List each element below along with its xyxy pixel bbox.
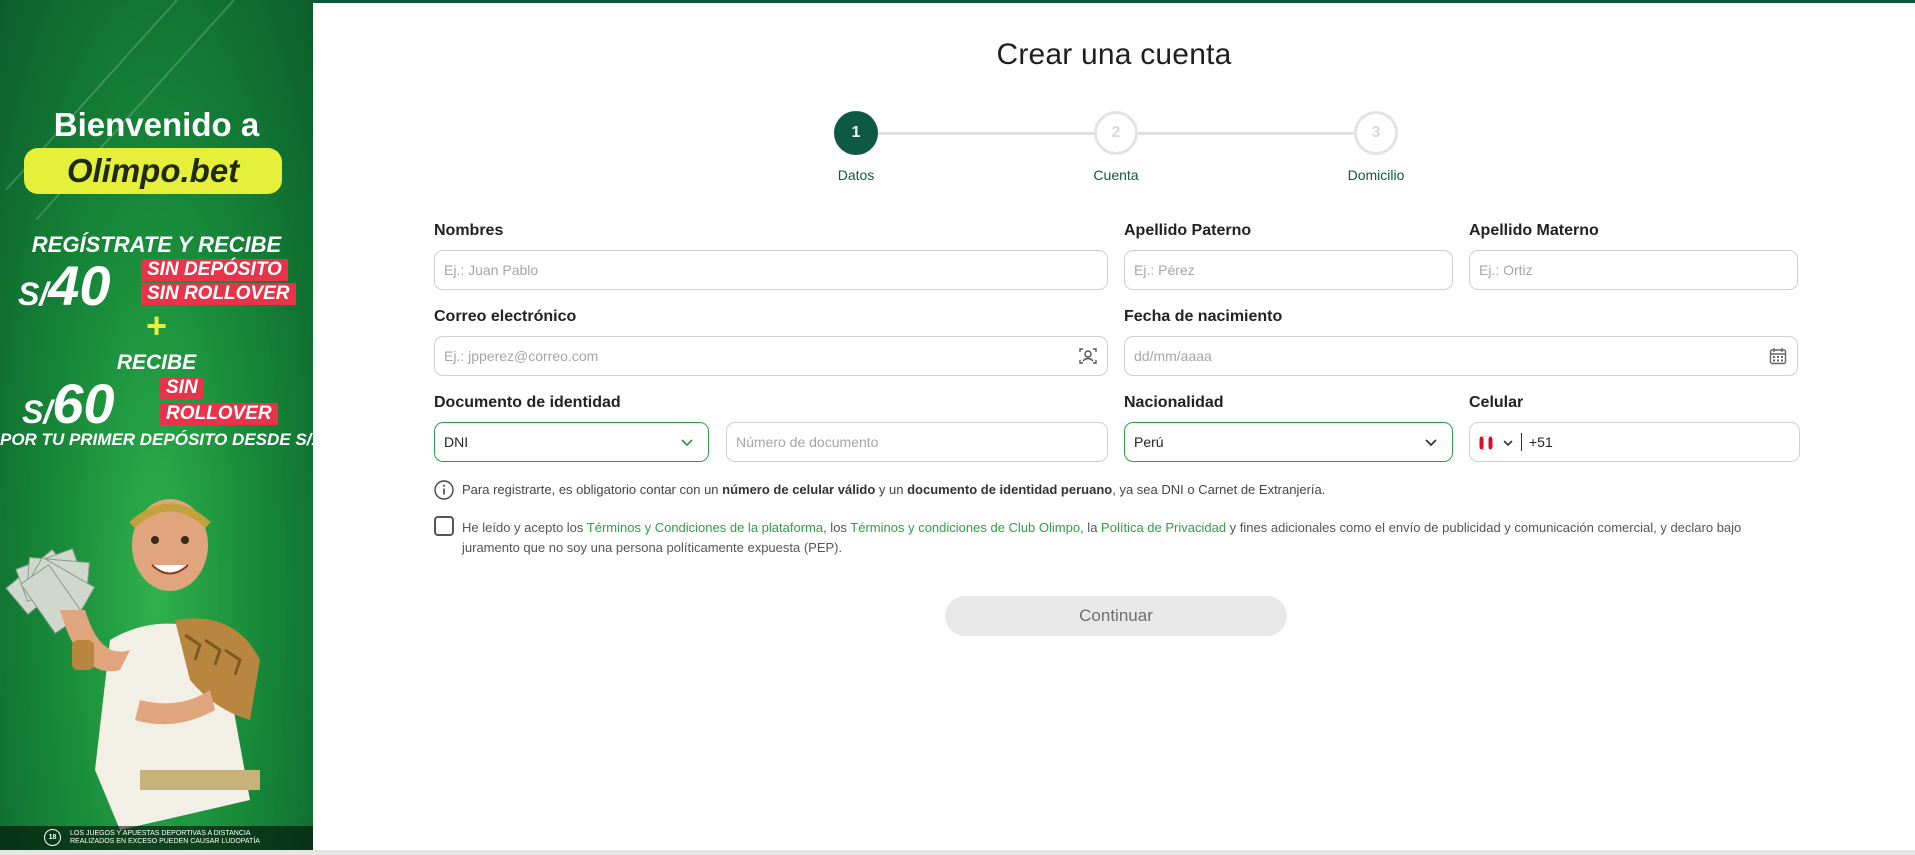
celular-field: +51 [1469, 422, 1800, 462]
calendar-icon[interactable] [1769, 347, 1787, 365]
apellido-materno-input[interactable] [1479, 251, 1756, 289]
chevron-down-icon [681, 439, 693, 447]
first-deposit-text: POR TU PRIMER DEPÓSITO DESDE S/10 [0, 430, 313, 449]
prefix-divider [1521, 433, 1522, 451]
fecha-nacimiento-input[interactable] [1134, 337, 1756, 375]
info-bold-part: documento de identidad peruano [907, 482, 1113, 497]
plus-sign: + [145, 305, 168, 346]
nombres-label: Nombres [434, 222, 504, 239]
correo-field [434, 336, 1108, 376]
recibe-text: RECIBE [116, 351, 197, 374]
nacionalidad-select[interactable]: Perú [1124, 422, 1453, 462]
tag-sin-rollover: SIN ROLLOVER [141, 283, 296, 305]
welcome-text: Bienvenido a [53, 106, 260, 143]
document-type-select[interactable]: DNI [434, 422, 709, 462]
nacionalidad-label: Nacionalidad [1124, 394, 1224, 411]
offer-amount-60: S/60 [22, 376, 115, 432]
offer-amount-40: S/40 [18, 258, 111, 314]
terms-club-olimpo-link[interactable]: Términos y condiciones de Club Olimpo [850, 520, 1080, 535]
step-3-label: Domicilio [1347, 167, 1405, 183]
tag-sin-deposito: SIN DEPÓSITO [141, 259, 288, 281]
info-text-part: Para registrarte, es obligatorio contar … [462, 482, 723, 497]
privacy-policy-link[interactable]: Política de Privacidad [1101, 520, 1226, 535]
country-chevron-down-icon[interactable] [1502, 437, 1514, 449]
terms-platform-link[interactable]: Términos y Condiciones de la plataforma [587, 520, 823, 535]
disclaimer-line: LOS JUEGOS Y APUESTAS DEPORTIVAS A DISTA… [70, 830, 251, 837]
documento-label: Documento de identidad [434, 394, 621, 411]
tag-sin: SIN [160, 377, 204, 399]
continue-button[interactable]: Continuar [945, 596, 1287, 636]
step-2-label: Cuenta [1093, 167, 1139, 183]
page-title: Crear una cuenta [996, 38, 1232, 71]
terms-text-part: He leído y acepto los [462, 520, 587, 535]
terms-consent-text: He leído y acepto los Términos y Condici… [462, 518, 1762, 558]
nombres-input[interactable] [444, 251, 1066, 289]
bottom-scroll-area [0, 850, 1915, 855]
terms-text-part: , la [1080, 520, 1102, 535]
fecha-nacimiento-label: Fecha de nacimiento [1124, 308, 1283, 325]
offer-headline: REGÍSTRATE Y RECIBE [31, 232, 282, 257]
info-text-part: y un [875, 482, 908, 497]
chevron-down-icon [1425, 439, 1437, 447]
nombres-field [434, 250, 1108, 290]
age-18-badge: 18 [44, 829, 61, 846]
document-type-value: DNI [444, 434, 469, 450]
stepper-connector [1138, 132, 1378, 135]
peru-flag-icon[interactable] [1479, 436, 1495, 450]
correo-input[interactable] [444, 337, 1066, 375]
mascot-illustration [5, 499, 260, 830]
currency-symbol: S/ [22, 394, 53, 430]
correo-label: Correo electrónico [434, 308, 577, 325]
phone-prefix: +51 [1529, 434, 1553, 450]
info-icon [434, 480, 454, 500]
apellido-materno-label: Apellido Materno [1469, 222, 1599, 239]
apellido-paterno-input[interactable] [1134, 251, 1411, 289]
terms-checkbox[interactable] [434, 516, 454, 536]
celular-input[interactable] [1562, 423, 1782, 461]
apellido-paterno-field [1124, 250, 1453, 290]
registration-requirement-note: Para registrarte, es obligatorio contar … [462, 482, 1325, 497]
step-2-indicator: 2 [1094, 111, 1138, 155]
apellido-materno-field [1469, 250, 1798, 290]
brand-logo: Olimpo.bet [24, 148, 282, 194]
info-bold-part: número de celular válido [722, 482, 876, 497]
amount-value: 60 [52, 372, 115, 435]
document-number-field [726, 422, 1108, 462]
disclaimer-line: REALIZADOS EN EXCESO PUEDEN CAUSAR LUDOP… [70, 838, 260, 845]
terms-text-part: , los [823, 520, 851, 535]
info-text-part: , ya sea DNI o Carnet de Extranjería. [1112, 482, 1326, 497]
document-number-input[interactable] [736, 423, 1066, 461]
fecha-nacimiento-field [1124, 336, 1798, 376]
currency-symbol: S/ [18, 276, 49, 312]
step-3-indicator: 3 [1354, 111, 1398, 155]
email-scan-icon[interactable] [1079, 347, 1097, 365]
step-1-indicator: 1 [834, 111, 878, 155]
tag-rollover: ROLLOVER [160, 403, 278, 425]
celular-label: Celular [1469, 394, 1524, 411]
apellido-paterno-label: Apellido Paterno [1124, 222, 1252, 239]
promo-banner: Bienvenido a Olimpo.bet REGÍSTRATE Y REC… [0, 0, 313, 850]
step-1-label: Datos [837, 167, 875, 183]
stepper-connector [878, 132, 1118, 135]
nacionalidad-value: Perú [1134, 434, 1164, 450]
